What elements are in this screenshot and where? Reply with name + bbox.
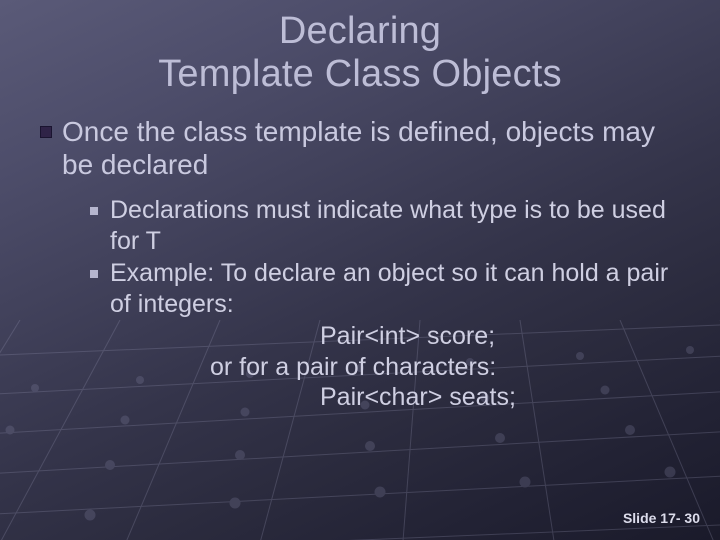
code-example-2: Pair<char> seats; [320, 382, 690, 413]
main-bullet: Once the class template is defined, obje… [40, 115, 690, 181]
title-line-2: Template Class Objects [158, 53, 562, 95]
or-text: or for a pair of characters: [210, 352, 690, 383]
title-line-1: Declaring [279, 10, 441, 52]
main-bullet-text: Once the class template is defined, obje… [62, 115, 690, 181]
bullet-square-small-icon [90, 270, 98, 278]
slide-number: Slide 17- 30 [623, 510, 700, 526]
slide-title: Declaring Template Class Objects [30, 10, 690, 95]
bullet-square-icon [40, 126, 52, 138]
slide: Declaring Template Class Objects Once th… [0, 0, 720, 540]
sub-bullet-2-text: Example: To declare an object so it can … [110, 258, 690, 319]
code-example-1: Pair<int> score; [320, 321, 690, 352]
sub-bullet-1-text: Declarations must indicate what type is … [110, 195, 690, 256]
sub-bullet-1: Declarations must indicate what type is … [90, 195, 690, 256]
sub-bullet-list: Declarations must indicate what type is … [90, 195, 690, 413]
bullet-square-small-icon [90, 207, 98, 215]
sub-bullet-2: Example: To declare an object so it can … [90, 258, 690, 319]
